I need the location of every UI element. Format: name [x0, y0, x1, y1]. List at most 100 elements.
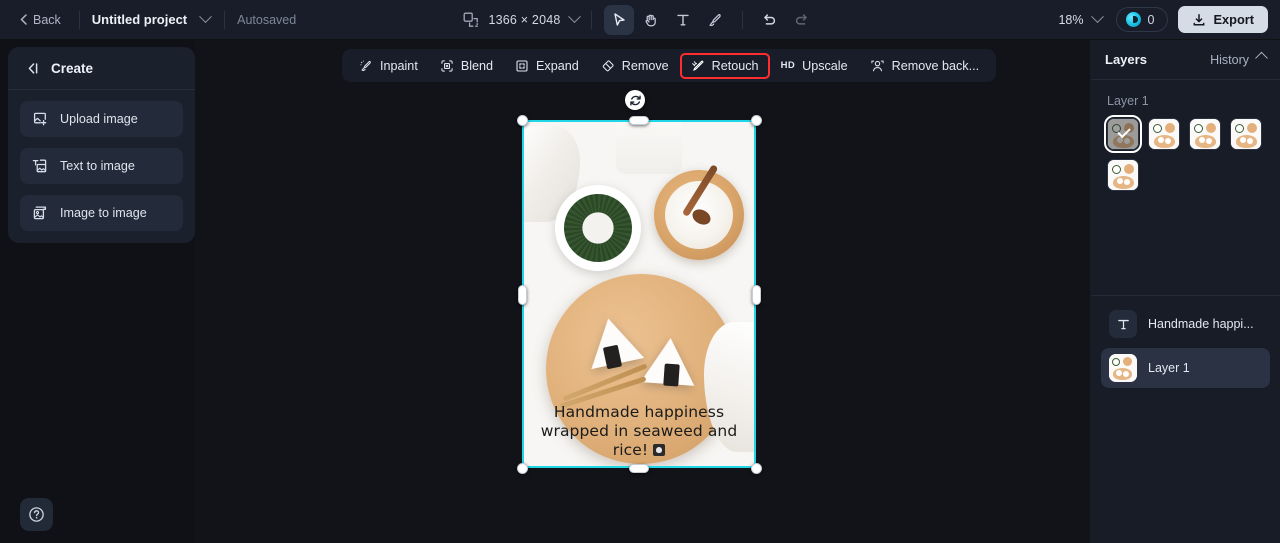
text-icon — [1117, 319, 1129, 329]
canvas-size-value[interactable]: 1366 × 2048 — [488, 13, 560, 27]
text-to-image-button[interactable]: Text to image — [20, 148, 183, 184]
blend-button[interactable]: Blend — [430, 54, 503, 78]
variation-thumbnail-2[interactable] — [1189, 118, 1221, 150]
brush-tool-button[interactable] — [700, 5, 730, 35]
remove-background-icon — [871, 60, 884, 71]
upload-image-label: Upload image — [60, 112, 138, 126]
rice-ball-emoji-icon — [653, 444, 666, 456]
image-to-image-icon — [33, 206, 47, 220]
export-button[interactable]: Export — [1178, 6, 1268, 33]
chevron-left-icon — [20, 14, 27, 25]
project-menu-button[interactable] — [199, 9, 213, 31]
rotate-handle[interactable] — [625, 90, 645, 110]
resize-handle-left[interactable] — [518, 285, 527, 305]
help-button[interactable] — [20, 498, 53, 531]
chevron-up-icon — [1255, 51, 1268, 65]
image-to-image-button[interactable]: Image to image — [20, 195, 183, 231]
thumbnail-preview — [1231, 119, 1261, 149]
retouch-icon — [691, 59, 704, 71]
expand-icon — [516, 59, 528, 72]
resize-handle-bottom[interactable] — [629, 464, 649, 473]
redo-button[interactable] — [787, 5, 817, 35]
top-bar-center: 1366 × 2048 — [410, 4, 870, 35]
undo-icon — [764, 14, 776, 25]
upscale-button[interactable]: HD Upscale — [771, 54, 858, 78]
variation-group-label: Layer 1 — [1107, 94, 1149, 108]
redo-icon — [795, 14, 807, 25]
caption-line-3: rice! — [612, 441, 649, 459]
thumbnail-preview — [1190, 119, 1220, 149]
retouch-label: Retouch — [711, 58, 759, 73]
variation-thumbnail-4[interactable] — [1107, 159, 1139, 191]
tool-group — [603, 4, 730, 35]
inpaint-label: Inpaint — [380, 58, 418, 73]
artwork-image: Handmade happiness wrapped in seaweed an… — [524, 122, 754, 466]
remove-label: Remove — [621, 58, 669, 73]
chevron-down-icon — [199, 9, 213, 23]
resize-handle-bottom-left[interactable] — [517, 463, 528, 474]
resize-handle-top-left[interactable] — [517, 115, 528, 126]
history-label: History — [1210, 52, 1249, 67]
upload-image-button[interactable]: Upload image — [20, 101, 183, 137]
zoom-level: 18% — [1058, 12, 1084, 27]
canvas-area[interactable]: Handmade happiness wrapped in seaweed an… — [195, 40, 1090, 543]
divider-4 — [741, 10, 743, 29]
history-tool-group — [755, 5, 817, 35]
variation-thumbnail-1[interactable] — [1148, 118, 1180, 150]
variation-thumbnail-3[interactable] — [1230, 118, 1262, 150]
canvas-size-icon — [464, 12, 479, 27]
download-icon — [1194, 13, 1205, 25]
expand-label: Expand — [536, 58, 579, 73]
chevron-down-icon — [1090, 10, 1104, 24]
text-to-image-label: Text to image — [60, 159, 135, 173]
layer-type-icon — [1109, 310, 1137, 338]
resize-handle-right[interactable] — [752, 285, 761, 305]
back-label: Back — [33, 12, 61, 27]
canvas-size-dropdown[interactable] — [567, 9, 581, 29]
text-tool-button[interactable] — [668, 5, 698, 35]
retouch-button[interactable]: Retouch — [679, 52, 770, 79]
zoom-control[interactable]: 18% — [1054, 9, 1105, 31]
layer-list: Handmade happi... Layer 1 — [1091, 304, 1280, 392]
panel-divider — [1091, 295, 1280, 296]
credits-badge[interactable]: 0 — [1115, 7, 1169, 32]
remove-button[interactable]: Remove — [591, 54, 679, 78]
help-icon — [29, 507, 44, 522]
artboard[interactable]: Handmade happiness wrapped in seaweed an… — [524, 122, 754, 466]
thumbnail-preview — [1109, 354, 1137, 382]
history-tab[interactable]: History — [1210, 51, 1268, 67]
hand-icon — [645, 14, 656, 26]
blend-icon — [441, 59, 453, 72]
create-panel: Create Upload image Text to image Image … — [8, 47, 195, 243]
divider-2 — [224, 10, 226, 29]
upscale-label: Upscale — [802, 58, 848, 73]
image-to-image-label: Image to image — [60, 206, 147, 220]
variation-thumbnail-0[interactable] — [1104, 115, 1142, 153]
remove-background-button[interactable]: Remove back... — [860, 54, 990, 78]
layers-panel-title: Layers — [1105, 52, 1147, 67]
variation-thumbnails — [1091, 108, 1280, 191]
resize-handle-top-right[interactable] — [751, 115, 762, 126]
top-bar: Back Untitled project Autosaved 1366 × 2… — [0, 0, 1280, 40]
thumbnail-preview — [1149, 119, 1179, 149]
resize-handle-bottom-right[interactable] — [751, 463, 762, 474]
export-label: Export — [1213, 12, 1254, 27]
layer-row-image[interactable]: Layer 1 — [1101, 348, 1270, 388]
hd-icon: HD — [780, 60, 796, 71]
hand-tool-button[interactable] — [636, 5, 666, 35]
project-name[interactable]: Untitled project — [92, 12, 187, 27]
layer-name: Layer 1 — [1148, 361, 1190, 375]
resize-handle-top[interactable] — [629, 116, 649, 125]
text-to-image-icon — [32, 159, 47, 173]
inpaint-button[interactable]: Inpaint — [349, 54, 428, 78]
undo-button[interactable] — [755, 5, 785, 35]
layer-row-text[interactable]: Handmade happi... — [1101, 304, 1270, 344]
select-tool-button[interactable] — [603, 4, 634, 35]
expand-button[interactable]: Expand — [505, 54, 589, 78]
collapse-panel-icon[interactable] — [24, 62, 40, 75]
thumbnail-preview — [1108, 160, 1138, 190]
back-button[interactable]: Back — [14, 9, 67, 31]
create-panel-header: Create — [8, 47, 195, 90]
caption-line-3-wrap: rice! — [528, 441, 750, 460]
credit-coin-icon — [1125, 12, 1141, 27]
